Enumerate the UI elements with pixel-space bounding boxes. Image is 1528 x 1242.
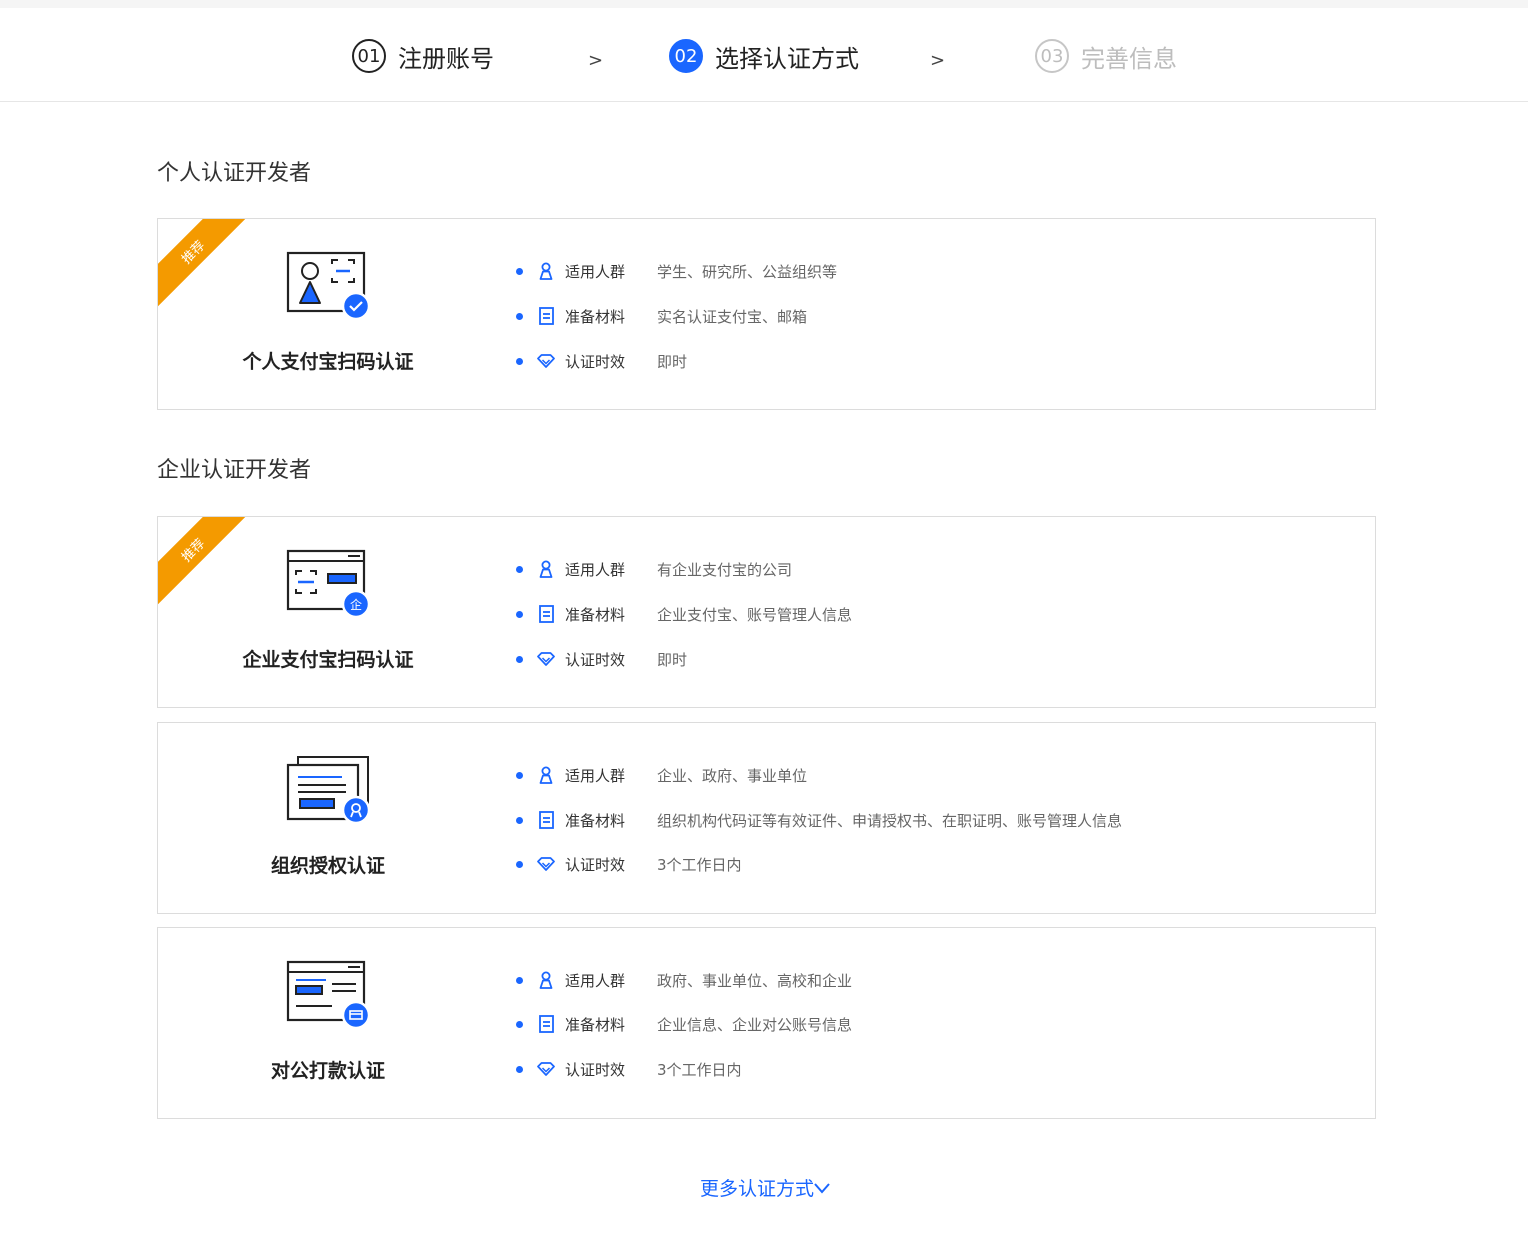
row-value: 有企业支付宝的公司	[657, 560, 793, 579]
person-icon	[537, 970, 555, 990]
row-audience: 适用人群 政府、事业单位、高校和企业	[516, 968, 852, 992]
card-title: 个人支付宝扫码认证	[242, 351, 414, 373]
row-value: 组织机构代码证等有效证件、申请授权书、在职证明、账号管理人信息	[657, 811, 1123, 830]
person-icon	[537, 765, 555, 785]
row-value: 企业支付宝、账号管理人信息	[657, 605, 853, 624]
row-value: 政府、事业单位、高校和企业	[657, 971, 853, 990]
row-value: 实名认证支付宝、邮箱	[657, 307, 808, 326]
diamond-icon	[537, 1059, 555, 1079]
card-corporate-transfer[interactable]: 对公打款认证 适用人群 政府、事业单位、高校和企业 准备材料 企业信息、企业对公…	[157, 927, 1376, 1119]
row-time: 认证时效 3个工作日内	[516, 852, 742, 876]
document-icon	[537, 604, 555, 624]
step-number: 03	[1035, 39, 1069, 73]
step-number: 01	[352, 39, 386, 73]
bullet-dot	[516, 976, 523, 984]
row-materials: 准备材料 组织机构代码证等有效证件、申请授权书、在职证明、账号管理人信息	[516, 808, 1122, 832]
section-title-personal: 个人认证开发者	[157, 161, 312, 186]
row-audience: 适用人群 学生、研究所、公益组织等	[516, 259, 837, 283]
step-arrow: >	[588, 50, 604, 71]
step-choose-method: 02 选择认证方式	[669, 36, 859, 76]
row-value: 3个工作日内	[657, 1060, 742, 1079]
row-materials: 准备材料 企业信息、企业对公账号信息	[516, 1012, 852, 1036]
row-time: 认证时效 即时	[516, 647, 687, 671]
bullet-dot	[516, 565, 523, 573]
steps-bar: 01 注册账号 > 02 选择认证方式 > 03 完善信息	[0, 8, 1528, 102]
step-label: 完善信息	[1081, 44, 1177, 73]
certificate-stack-icon	[286, 756, 371, 825]
bullet-dot	[516, 816, 523, 824]
bullet-dot	[516, 655, 523, 663]
document-icon	[537, 306, 555, 326]
bank-transfer-icon	[286, 960, 371, 1030]
bullet-dot	[516, 357, 523, 365]
row-value: 学生、研究所、公益组织等	[657, 262, 838, 281]
step-label: 选择认证方式	[715, 44, 859, 73]
row-audience: 适用人群 有企业支付宝的公司	[516, 557, 792, 581]
row-time: 认证时效 3个工作日内	[516, 1057, 742, 1081]
step-label: 注册账号	[398, 44, 494, 73]
personal-id-card-icon	[286, 251, 371, 321]
bullet-dot	[516, 267, 523, 275]
step-arrow: >	[930, 50, 946, 71]
enterprise-scan-icon: 企	[286, 549, 371, 619]
card-organization-authorization[interactable]: 组织授权认证 适用人群 企业、政府、事业单位 准备材料 组织机构代码证等有效证件…	[157, 722, 1376, 914]
step-number: 02	[669, 39, 703, 73]
document-icon	[537, 810, 555, 830]
row-value: 企业信息、企业对公账号信息	[657, 1015, 853, 1034]
svg-text:企: 企	[350, 597, 362, 612]
more-methods-label: 更多认证方式	[700, 1178, 815, 1200]
more-methods-link[interactable]: 更多认证方式	[700, 1174, 830, 1201]
card-personal-alipay[interactable]: 推荐 个人支付宝扫码认证 适用人群 学生、研究所、公益组织等 准备材料 实名认证…	[157, 218, 1376, 410]
row-time: 认证时效 即时	[516, 349, 687, 373]
bullet-dot	[516, 610, 523, 618]
card-title: 组织授权认证	[270, 855, 385, 877]
card-title: 企业支付宝扫码认证	[242, 649, 414, 671]
row-value: 企业、政府、事业单位	[657, 766, 808, 785]
row-audience: 适用人群 企业、政府、事业单位	[516, 763, 807, 787]
step-register: 01 注册账号	[352, 36, 494, 76]
section-title-enterprise: 企业认证开发者	[157, 458, 312, 483]
person-icon	[537, 261, 555, 281]
row-materials: 准备材料 实名认证支付宝、邮箱	[516, 304, 807, 328]
row-materials: 准备材料 企业支付宝、账号管理人信息	[516, 602, 852, 626]
bullet-dot	[516, 312, 523, 320]
diamond-icon	[537, 854, 555, 874]
row-value: 即时	[657, 352, 688, 371]
bullet-dot	[516, 860, 523, 868]
diamond-icon	[537, 351, 555, 371]
card-enterprise-alipay[interactable]: 推荐 企 企业支付宝扫码认证 适用人群 有企业支付宝的公司 准备材料 企业支付宝…	[157, 516, 1376, 708]
diamond-icon	[537, 649, 555, 669]
recommend-ribbon: 推荐	[158, 219, 258, 319]
chevron-down-icon	[814, 1182, 830, 1194]
step-complete-info: 03 完善信息	[1035, 36, 1177, 76]
bullet-dot	[516, 771, 523, 779]
row-value: 3个工作日内	[657, 855, 742, 874]
person-icon	[537, 559, 555, 579]
top-strip	[0, 0, 1528, 8]
bullet-dot	[516, 1020, 523, 1028]
document-icon	[537, 1014, 555, 1034]
bullet-dot	[516, 1065, 523, 1073]
recommend-ribbon: 推荐	[158, 517, 258, 617]
card-title: 对公打款认证	[270, 1060, 385, 1082]
row-value: 即时	[657, 650, 688, 669]
